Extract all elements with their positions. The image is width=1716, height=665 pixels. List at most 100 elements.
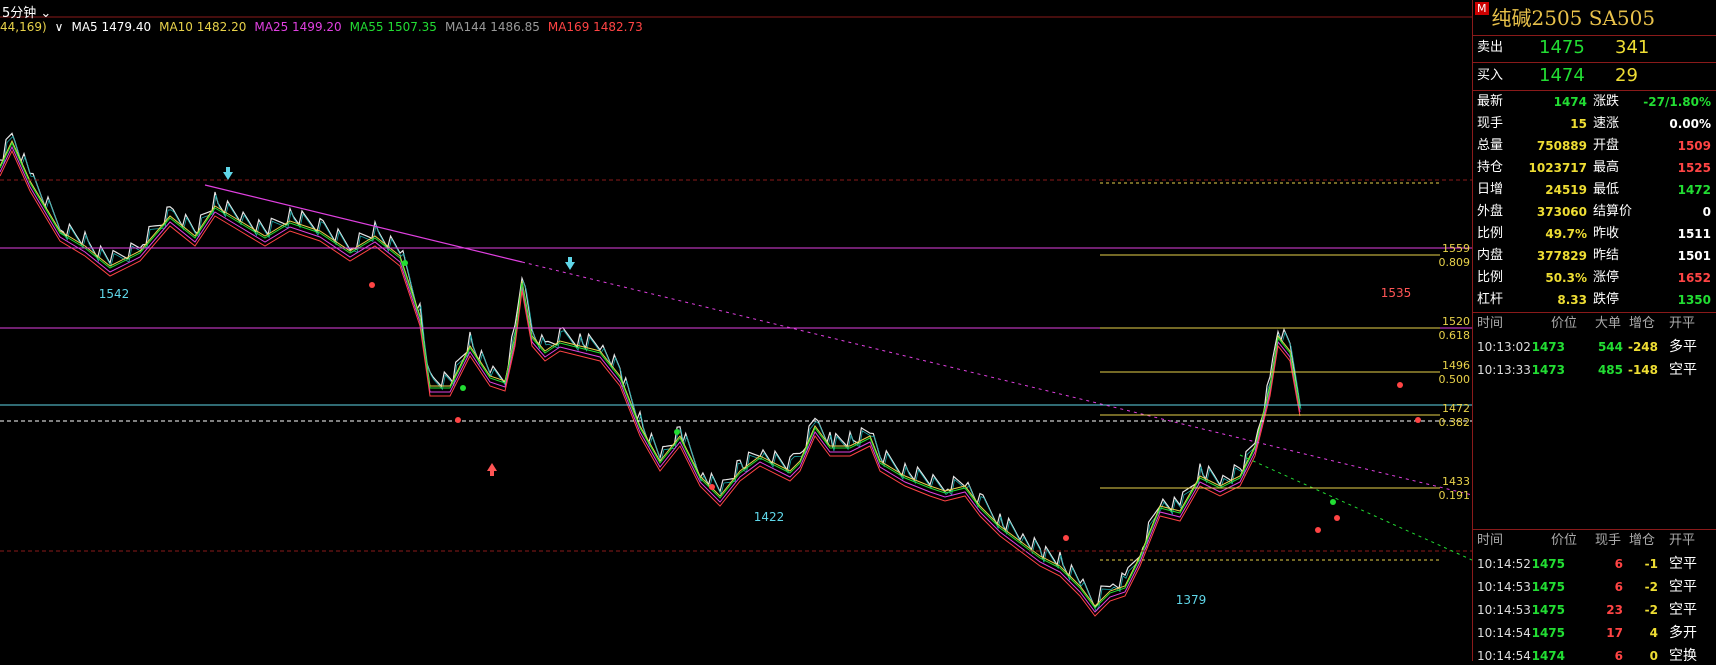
table-cell-type: 空换	[1669, 648, 1697, 661]
stat-value: 1509	[1677, 139, 1711, 153]
kline-chart-area[interactable]: 1559 0.809 1520 0.618 1496 0.500 1472 0.382 1433…	[0, 0, 1473, 661]
stat-label: 涨停	[1593, 270, 1620, 285]
stat-label: 最新	[1477, 94, 1504, 109]
contract-title: M 纯碱2505 SA505	[1475, 2, 1715, 32]
down-arrow-icon-stem	[568, 257, 572, 262]
chevron-down-icon: ⌄	[36, 6, 52, 21]
signal-dot	[1330, 499, 1336, 505]
stat-label: 外盘	[1477, 204, 1504, 219]
stat-value: 49.7%	[1545, 227, 1587, 241]
stat-value: 0	[1702, 205, 1711, 219]
stat-value: 50.3%	[1545, 271, 1587, 285]
ma-legend-item: MA169 1482.73	[547, 20, 643, 34]
table-cell-size: 6	[1614, 649, 1623, 661]
table-cell-price: 1475	[1531, 580, 1565, 594]
table-cell-inc: -1	[1644, 557, 1658, 571]
table-cell-time: 10:14:52	[1477, 557, 1531, 571]
fib-ratio-label: 0.382	[1439, 416, 1471, 429]
down-arrow-icon	[565, 262, 575, 270]
table-header: 大单	[1595, 316, 1622, 331]
ask-row: 卖出 1475 341	[1473, 37, 1715, 59]
ma10-line	[0, 139, 1301, 607]
stat-value: 1525	[1677, 161, 1711, 175]
signal-dot	[1315, 527, 1321, 533]
table-cell-time: 10:13:33	[1477, 363, 1531, 377]
ma-legend-item: MA25 1499.20	[254, 20, 342, 34]
trendline-solid	[204, 184, 523, 263]
kline-chart[interactable]: 15590.809 15200.618 14960.500 14720.382 1433…	[0, 0, 1473, 661]
table-header: 价位	[1551, 533, 1578, 548]
fib-ratio-label: 0.618	[1439, 329, 1471, 342]
table-cell-inc: -248	[1627, 340, 1658, 354]
ask-qty: 341	[1615, 37, 1650, 58]
fib-price-label: 1472	[1442, 402, 1470, 415]
stat-value: 1474	[1553, 95, 1587, 109]
table-cell-price: 1473	[1531, 340, 1565, 354]
fib-price-label: 1496	[1442, 359, 1470, 372]
stat-label: 跌停	[1593, 292, 1620, 307]
fib-price-label: 1559	[1442, 242, 1470, 255]
ma-legend-item: MA10 1482.20	[159, 20, 247, 34]
timeframe-selector[interactable]: 5分钟 ⌄	[2, 2, 51, 21]
ma-legend-item: 44,169)	[0, 20, 47, 34]
table-cell-price: 1474	[1531, 649, 1565, 661]
signal-dot	[1397, 382, 1403, 388]
price-label: 1535	[1381, 286, 1412, 300]
stat-label: 内盘	[1477, 248, 1504, 263]
table-cell-price: 1475	[1531, 557, 1565, 571]
stat-value: 1350	[1677, 293, 1711, 307]
ma-legend-item: MA5 1479.40	[71, 20, 152, 34]
table-cell-type: 空平	[1669, 362, 1697, 378]
ma-legend-item: MA144 1486.85	[444, 20, 540, 34]
stat-label: 比例	[1477, 270, 1504, 285]
stat-value: -27/1.80%	[1643, 95, 1711, 109]
signal-dot	[1334, 515, 1340, 521]
table-header: 时间	[1477, 316, 1504, 331]
signal-dot	[674, 429, 680, 435]
signal-dot	[1063, 535, 1069, 541]
table-cell-type: 多平	[1669, 339, 1697, 355]
stat-label: 速涨	[1593, 116, 1620, 131]
stat-value: 750889	[1536, 139, 1587, 153]
stat-value: 1472	[1677, 183, 1711, 197]
stat-value: 24519	[1545, 183, 1587, 197]
ma55-line	[0, 141, 1301, 609]
timeframe-label: 5分钟	[2, 6, 37, 21]
signal-dot	[369, 282, 375, 288]
market-badge: M	[1475, 2, 1489, 15]
price-candles	[0, 132, 1301, 610]
table-header: 开平	[1669, 533, 1696, 548]
table-cell-price: 1475	[1531, 603, 1565, 617]
down-arrow-icon-stem	[226, 167, 230, 172]
table-cell-inc: -148	[1627, 363, 1658, 377]
stat-label: 最高	[1593, 160, 1620, 175]
table-cell-size: 485	[1597, 363, 1623, 377]
fib-price-label: 1520	[1442, 315, 1470, 328]
table-cell-time: 10:14:54	[1477, 626, 1531, 640]
stat-label: 持仓	[1477, 160, 1504, 175]
trendline-green	[1239, 454, 1473, 561]
table-cell-size: 544	[1597, 340, 1623, 354]
stat-label: 开盘	[1593, 138, 1620, 153]
table-cell-type: 空平	[1669, 556, 1697, 572]
trendline-dashed	[521, 261, 1473, 496]
table-header: 时间	[1477, 533, 1504, 548]
table-cell-time: 10:14:53	[1477, 580, 1531, 594]
stat-label: 总量	[1477, 138, 1504, 153]
signal-dot	[455, 417, 461, 423]
fib-ratio-label: 0.809	[1439, 256, 1471, 269]
ma-legend: 44,169) ∨ MA5 1479.40 MA10 1482.20 MA25 1499…	[0, 20, 651, 34]
table-cell-price: 1473	[1531, 363, 1565, 377]
bid-row: 买入 1474 29	[1473, 65, 1715, 87]
contract-name: 纯碱2505 SA505	[1491, 6, 1656, 30]
stat-value: 0.00%	[1669, 117, 1711, 131]
signal-dot	[402, 260, 408, 266]
bid-label: 买入	[1477, 68, 1504, 83]
table-cell-price: 1475	[1531, 626, 1565, 640]
table-header: 增仓	[1629, 316, 1656, 331]
stat-label: 最低	[1593, 182, 1620, 197]
table-cell-inc: -2	[1644, 603, 1658, 617]
bid-price: 1474	[1539, 65, 1585, 86]
table-cell-inc: 0	[1649, 649, 1658, 661]
stat-label: 比例	[1477, 226, 1504, 241]
